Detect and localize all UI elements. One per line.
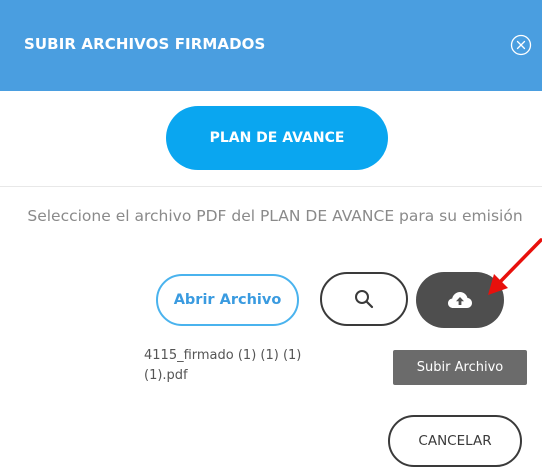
- plan-de-avance-tab[interactable]: PLAN DE AVANCE: [166, 106, 388, 170]
- open-file-button[interactable]: Abrir Archivo: [156, 274, 299, 326]
- cancel-button[interactable]: CANCELAR: [388, 415, 522, 467]
- dialog-header: SUBIR ARCHIVOS FIRMADOS: [0, 0, 542, 91]
- instruction-text: Seleccione el archivo PDF del PLAN DE AV…: [27, 207, 523, 225]
- red-arrow-annotation: [488, 238, 542, 295]
- upload-signed-files-dialog: SUBIR ARCHIVOS FIRMADOS PLAN DE AVANCE S…: [0, 0, 542, 467]
- close-icon[interactable]: [510, 34, 532, 56]
- search-icon: [355, 290, 374, 309]
- divider: [0, 186, 542, 187]
- selected-file-name: 4115_firmado (1) (1) (1) (1).pdf: [144, 348, 302, 383]
- dialog-title: SUBIR ARCHIVOS FIRMADOS: [24, 35, 266, 53]
- cloud-upload-icon: [448, 292, 472, 308]
- upload-tooltip: Subir Archivo: [393, 350, 527, 385]
- search-button[interactable]: [320, 272, 408, 326]
